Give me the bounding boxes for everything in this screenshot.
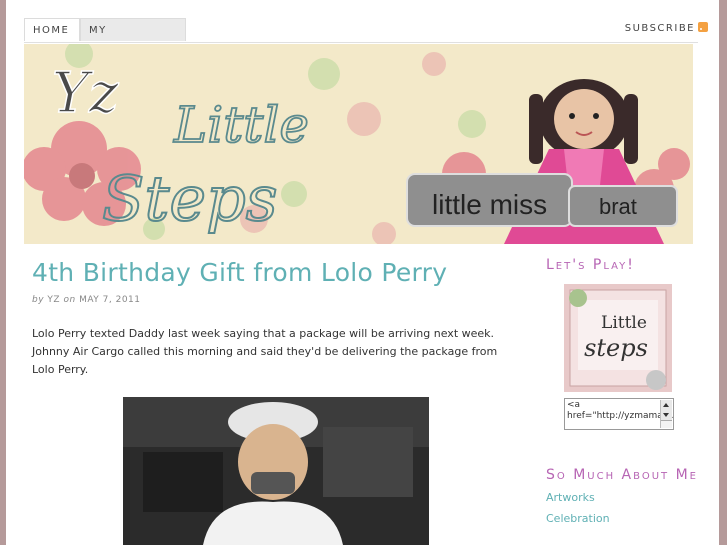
category-link-artworks[interactable]: Artworks: [546, 491, 698, 504]
nav-tab-home[interactable]: HOME: [24, 18, 80, 41]
about-me-widget: So Much About Me Artworks Celebration: [546, 467, 698, 526]
logo-yz: Yz: [52, 61, 119, 126]
badge-code-textarea[interactable]: <a href="http://yzmamaril.com/": [564, 398, 674, 430]
svg-text:steps: steps: [584, 334, 648, 362]
logo-steps: Steps: [102, 162, 278, 235]
rss-icon: [698, 22, 708, 32]
sidebar: Let's Play! Little steps <a href="http:/…: [546, 257, 706, 526]
nav-tab-my-playmates[interactable]: MY PLAYMATES: [80, 18, 186, 60]
top-navigation: HOME MY PLAYMATES SUBSCRIBE: [24, 18, 708, 60]
svg-text:brat: brat: [599, 194, 637, 219]
post-photo[interactable]: [123, 397, 429, 545]
widget-title-about-me: So Much About Me: [546, 467, 698, 483]
post-meta: by YZ on MAY 7, 2011: [32, 295, 522, 305]
subscribe-link[interactable]: SUBSCRIBE: [625, 22, 708, 34]
svg-text:Little: Little: [601, 313, 647, 333]
svg-text:little miss: little miss: [432, 189, 547, 220]
category-link-celebration[interactable]: Celebration: [546, 512, 698, 525]
code-scrollbar[interactable]: [660, 400, 672, 428]
meta-on: on: [63, 295, 76, 305]
scroll-down-arrow-icon[interactable]: [661, 410, 672, 421]
page: HOME MY PLAYMATES SUBSCRIBE Yz L: [6, 0, 719, 545]
little-steps-badge[interactable]: Little steps: [564, 284, 672, 392]
post-title[interactable]: 4th Birthday Gift from Lolo Perry: [32, 258, 522, 287]
meta-by: by: [32, 295, 45, 305]
post-author[interactable]: YZ: [47, 295, 60, 305]
header-banner[interactable]: Yz Little Steps little miss brat: [24, 44, 693, 244]
badge-code-text: <a href="http://yzmamaril.com/": [567, 400, 673, 421]
logo-little: Little: [173, 96, 309, 154]
post-content: 4th Birthday Gift from Lolo Perry by YZ …: [32, 258, 522, 379]
post-date: MAY 7, 2011: [79, 295, 141, 305]
widget-title-lets-play: Let's Play!: [546, 257, 635, 273]
subscribe-label: SUBSCRIBE: [624, 23, 695, 34]
post-body: Lolo Perry texted Daddy last week saying…: [32, 327, 498, 376]
